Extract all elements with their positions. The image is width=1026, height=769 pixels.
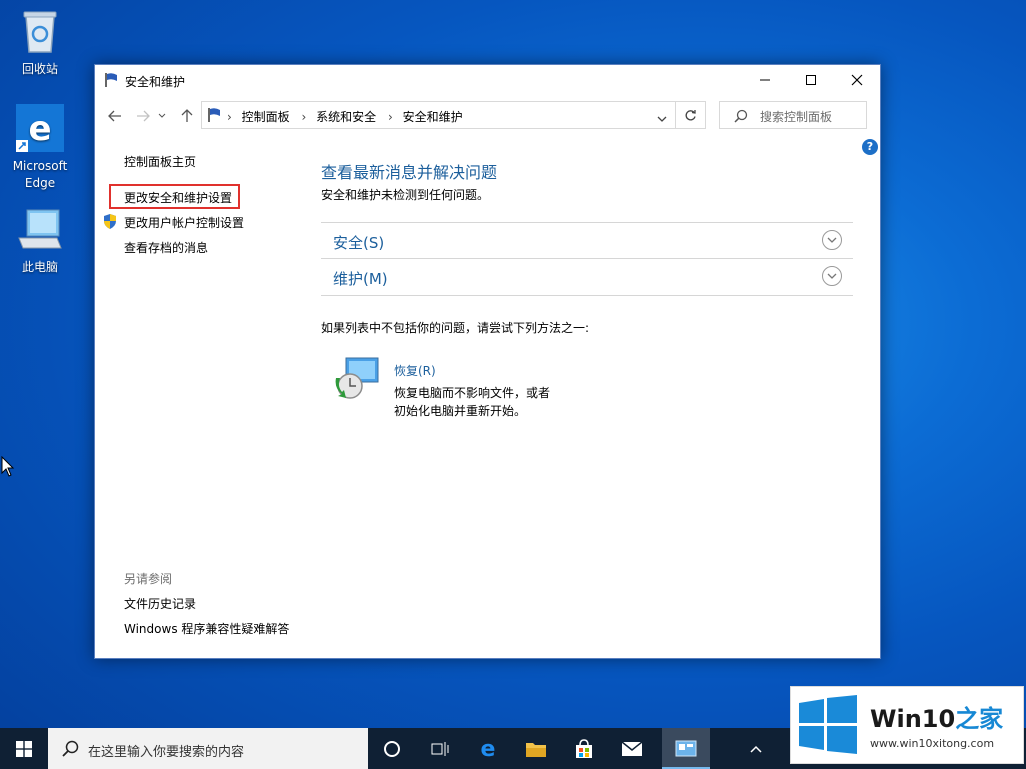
sidebar-item-archived-messages[interactable]: 查看存档的消息 — [124, 239, 208, 256]
section-security[interactable]: 安全(S) — [321, 222, 853, 259]
taskbar-search-placeholder: 在这里输入你要搜索的内容 — [88, 745, 245, 760]
watermark-url: www.win10xitong.com — [870, 737, 995, 750]
breadcrumb-security-maintenance[interactable]: 安全和维护 — [403, 110, 463, 124]
show-hidden-icons-button[interactable] — [736, 728, 776, 769]
breadcrumb-system-security[interactable]: 系统和安全 — [316, 110, 376, 124]
see-also-file-history[interactable]: 文件历史记录 — [124, 595, 196, 612]
section-maintenance-label: 维护(M) — [333, 270, 388, 288]
recovery-description-line: 初始化电脑并重新开始。 — [394, 404, 527, 418]
breadcrumb-control-panel[interactable]: 控制面板 — [242, 110, 290, 124]
recovery-description-line: 恢复电脑而不影响文件，或者 — [394, 386, 551, 400]
section-maintenance[interactable]: 维护(M) — [321, 258, 853, 296]
computer-icon — [2, 208, 78, 255]
search-icon — [62, 740, 79, 760]
flag-icon — [104, 72, 120, 91]
breadcrumb-chevron-icon: › — [227, 110, 232, 124]
address-dropdown-chevron-icon[interactable] — [657, 112, 667, 126]
page-title: 查看最新消息并解决问题 — [321, 163, 498, 182]
taskbar-file-explorer[interactable] — [512, 728, 560, 769]
windows-logo-icon — [799, 695, 857, 754]
cortana-circle-icon — [384, 740, 400, 757]
see-also-compat-troubleshooter[interactable]: Windows 程序兼容性疑难解答 — [124, 620, 289, 637]
desktop-icon-label: Microsoft Edge — [12, 159, 68, 190]
desktop-icon-edge[interactable]: e Microsoft Edge — [2, 104, 78, 192]
see-also-heading: 另请参阅 — [124, 572, 173, 586]
taskbar-control-panel[interactable] — [662, 728, 710, 769]
desktop-icon-this-pc[interactable]: 此电脑 — [2, 208, 78, 275]
desktop-icon-label: 此电脑 — [21, 260, 58, 274]
store-bag-icon — [576, 738, 592, 758]
breadcrumb: › 控制面板 › 系统和安全 › 安全和维护 — [225, 108, 469, 125]
windows-logo-icon — [16, 740, 32, 757]
search-input[interactable]: 搜索控制面板 — [719, 101, 867, 129]
sidebar-item-uac-settings[interactable]: 更改用户帐户控制设置 — [124, 214, 244, 231]
mail-icon — [621, 740, 643, 756]
title-bar[interactable]: 安全和维护 — [95, 65, 880, 95]
chevron-up-icon — [750, 745, 762, 753]
recovery-description: 恢复电脑而不影响文件，或者 初始化电脑并重新开始。 — [394, 384, 550, 420]
edge-icon: e — [481, 738, 496, 760]
section-security-label: 安全(S) — [333, 234, 385, 252]
security-maintenance-window: 安全和维护 › 控制面板 › 系统和安全 › 安全和维护 搜索控制面板 ? 控制… — [94, 64, 881, 659]
control-panel-icon — [675, 740, 697, 756]
desktop-icon-recycle-bin[interactable]: 回收站 — [2, 8, 78, 77]
timeline-button[interactable] — [416, 728, 464, 769]
folder-icon — [526, 742, 546, 757]
help-icon[interactable]: ? — [862, 139, 878, 155]
recovery-icon — [332, 356, 380, 405]
status-message: 安全和维护未检测到任何问题。 — [321, 188, 490, 202]
edge-icon: e — [2, 104, 78, 155]
mouse-cursor-icon — [1, 456, 15, 477]
close-button[interactable] — [834, 65, 880, 95]
taskbar-search-input[interactable]: 在这里输入你要搜索的内容 — [48, 728, 368, 769]
taskbar-store[interactable] — [560, 728, 608, 769]
watermark-brand: Win10之家 — [870, 699, 1003, 734]
svg-text:e: e — [481, 738, 496, 760]
sidebar-item-change-settings[interactable]: 更改安全和维护设置 — [124, 189, 232, 206]
maximize-button[interactable] — [788, 65, 834, 95]
task-view-icon — [431, 741, 449, 756]
refresh-button[interactable] — [676, 101, 706, 129]
minimize-button[interactable] — [742, 65, 788, 95]
sidebar-home-link[interactable]: 控制面板主页 — [124, 153, 196, 170]
window-title: 安全和维护 — [125, 75, 186, 89]
recycle-bin-icon — [2, 8, 78, 57]
search-placeholder: 搜索控制面板 — [760, 110, 833, 124]
task-view-button[interactable] — [368, 728, 416, 769]
search-icon — [734, 109, 748, 126]
up-arrow-icon[interactable] — [176, 105, 198, 127]
address-bar[interactable]: › 控制面板 › 系统和安全 › 安全和维护 — [201, 101, 676, 129]
flag-icon — [207, 107, 223, 126]
back-arrow-icon[interactable] — [104, 105, 126, 127]
taskbar-edge[interactable]: e — [464, 728, 512, 769]
troubleshoot-hint: 如果列表中不包括你的问题，请尝试下列方法之一: — [321, 321, 590, 335]
watermark-brand-main: Win10 — [870, 705, 956, 733]
taskbar-mail[interactable] — [608, 728, 656, 769]
expand-chevron-icon[interactable] — [822, 266, 842, 286]
recovery-link[interactable]: 恢复(R) — [394, 362, 436, 379]
refresh-icon — [685, 109, 696, 120]
start-button[interactable] — [0, 728, 48, 769]
watermark: Win10之家 www.win10xitong.com — [790, 686, 1024, 764]
forward-arrow-icon[interactable] — [132, 105, 154, 127]
desktop-icon-label: 回收站 — [21, 62, 58, 76]
navigation-bar: › 控制面板 › 系统和安全 › 安全和维护 搜索控制面板 — [95, 99, 880, 131]
uac-shield-icon — [102, 213, 118, 233]
watermark-brand-accent: 之家 — [955, 705, 1004, 733]
breadcrumb-chevron-icon: › — [387, 110, 393, 124]
breadcrumb-chevron-icon: › — [301, 110, 307, 124]
svg-text:e: e — [28, 109, 51, 149]
expand-chevron-icon[interactable] — [822, 230, 842, 250]
recent-locations-chevron-icon[interactable] — [156, 105, 168, 127]
